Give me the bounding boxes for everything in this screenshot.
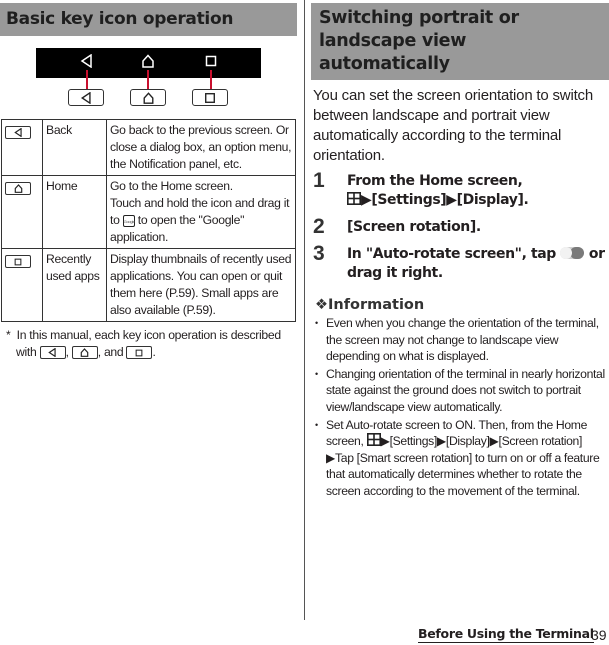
auto-rotate-section: Switching portrait or landscape view aut… [311,0,609,501]
basic-key-section: Basic key icon operation Back Go back to… [0,0,297,361]
navigation-bar-diagram [0,46,297,116]
step-1: 1 From the Home screen, ▶[Settings]▶[Dis… [313,169,529,208]
table-row: Back Go back to the previous screen. Or … [1,119,296,176]
recent-apps-icon [205,55,217,67]
key-name: Recently used apps [42,248,107,322]
page-number: 39 [591,627,607,643]
apps-grid-icon [366,433,381,447]
recent-apps-key [5,255,31,269]
list-item: Even when you change the orientation of … [315,315,609,365]
table-row: Home Go to the Home screen. Touch and ho… [1,175,296,249]
recent-apps-icon [14,258,22,266]
back-key [68,89,104,106]
recent-apps-key [126,346,153,360]
apps-grid-icon [347,192,361,205]
key-description: Go to the Home screen. Touch and hold th… [106,175,296,249]
back-key [5,126,31,140]
list-item: Changing orientation of the terminal in … [315,366,609,416]
recent-apps-icon [205,92,215,103]
back-icon [80,54,92,68]
home-icon [142,54,154,68]
table-row: Recently used apps Display thumbnails of… [1,248,296,322]
home-icon [14,184,22,194]
home-key [5,182,31,196]
intro-text: You can set the screen orientation to sw… [313,87,593,164]
information-list: Even when you change the orientation of … [311,315,609,500]
step-3: 3 In "Auto-rotate screen", tap or drag i… [313,242,605,281]
home-icon [143,91,153,104]
section-title: Basic key icon operation [0,3,297,36]
column-divider [304,0,305,620]
home-key [71,346,98,360]
back-icon [80,91,91,104]
footnote: * In this manual, each key icon operatio… [6,328,281,360]
key-description: Display thumbnails of recently used appl… [106,248,296,322]
information-heading: ❖Information [315,297,425,313]
step-2: 2 [Screen rotation]. [313,215,481,238]
home-key [130,89,166,106]
back-icon [13,128,22,138]
key-table: Back Go back to the previous screen. Or … [1,119,296,322]
footer-section-title: Before Using the Terminal [418,626,594,643]
recent-apps-icon [136,349,143,357]
leader-line [86,70,88,90]
back-icon [48,348,56,358]
leader-line [147,70,149,90]
key-name: Back [42,119,107,176]
leader-line [210,70,212,90]
recent-apps-key [192,89,228,106]
section-title: Switching portrait or landscape view aut… [311,3,609,80]
key-description: Go back to the previous screen. Or close… [106,119,296,176]
list-item: Set Auto-rotate screen to ON. Then, from… [315,417,609,500]
home-icon [80,348,89,358]
google-icon: Google [122,214,135,227]
key-name: Home [42,175,107,249]
back-key [39,346,66,360]
auto-rotate-toggle-icon [560,247,585,259]
